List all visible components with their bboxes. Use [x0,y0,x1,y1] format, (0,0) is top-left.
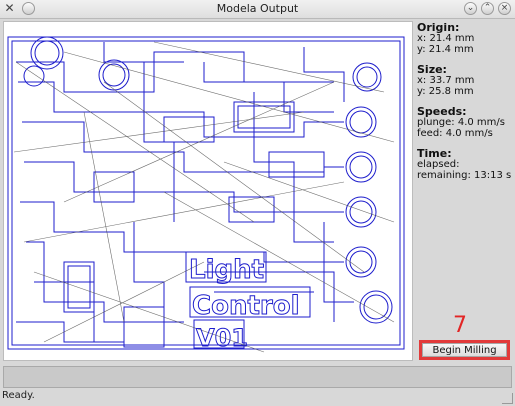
time-group: Time: elapsed: remaining: 13:13 s [417,148,513,181]
progress-panel [3,366,512,388]
origin-group: Origin: x: 21.4 mm y: 21.4 mm [417,22,513,55]
size-heading: Size: [417,63,447,76]
maximize-icon[interactable]: ⌃ [481,2,494,15]
feed-speed: feed: 4.0 mm/s [417,128,493,139]
board-text-1: Light [189,255,264,285]
info-panel: Origin: x: 21.4 mm y: 21.4 mm Size: x: 3… [417,22,513,190]
speeds-group: Speeds: plunge: 4.0 mm/s feed: 4.0 mm/s [417,106,513,139]
board-text-2: Control [192,291,299,321]
origin-x: x: 21.4 mm [417,33,475,44]
toolpath-svg: Light Control V01 [7,36,405,353]
size-x: x: 33.7 mm [417,75,475,86]
toolpath-canvas[interactable]: Light Control V01 [3,21,413,361]
window-close-icon[interactable]: × [498,2,511,15]
size-y: y: 25.8 mm [417,86,474,97]
collapse-icon[interactable]: ⌄ [464,2,477,15]
origin-y: y: 21.4 mm [417,44,474,55]
plunge-speed: plunge: 4.0 mm/s [417,117,505,128]
begin-milling-highlight: Begin Milling [419,340,510,360]
board-text-3: V01 [196,324,248,352]
status-text: Ready. [2,390,35,401]
origin-heading: Origin: [417,21,460,34]
step-annotation: 7 [453,313,467,338]
begin-milling-button[interactable]: Begin Milling [422,343,507,357]
elapsed-time: elapsed: [417,159,460,170]
title-bar: ✕ Modela Output ⌄ ⌃ × [0,0,515,19]
remaining-time: remaining: 13:13 s [417,170,512,181]
window-title: Modela Output [216,2,299,15]
speeds-heading: Speeds: [417,105,467,118]
size-group: Size: x: 33.7 mm y: 25.8 mm [417,64,513,97]
resize-grip[interactable] [502,393,513,404]
time-heading: Time: [417,147,452,160]
